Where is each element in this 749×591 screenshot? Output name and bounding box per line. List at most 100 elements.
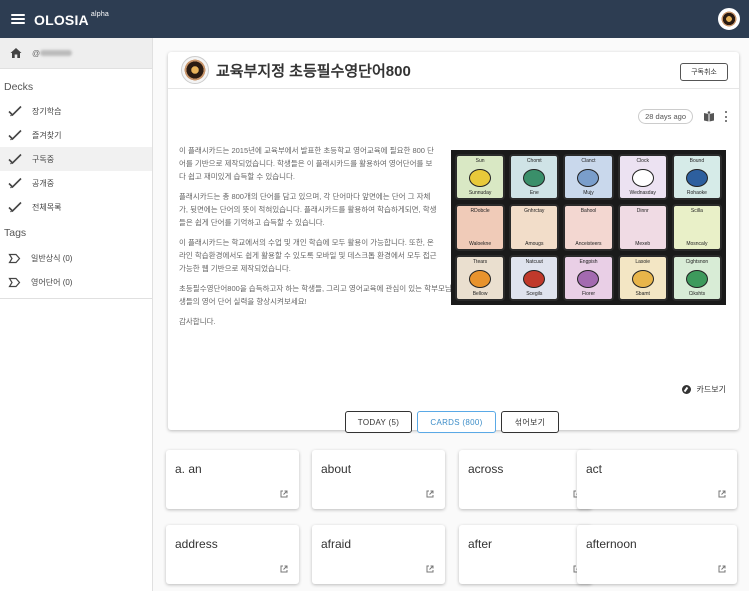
brand-logo[interactable]: OLOSIA alpha	[34, 11, 110, 28]
word-card[interactable]: after	[459, 525, 592, 584]
cover-tile: Engpish Fiorer	[563, 254, 614, 301]
label-icon	[8, 277, 21, 287]
cover-tile: Gnhrctay Amougs	[509, 204, 560, 251]
cover-tile: Natcuut Scegils	[509, 254, 560, 301]
user-avatar[interactable]	[718, 8, 740, 30]
cover-tile: Sun Sunnuday	[455, 154, 506, 201]
cover-tile: Clock Wednasday	[617, 154, 668, 201]
sidebar-deck-item[interactable]: 장기학습	[0, 99, 152, 123]
cover-tile-top: Scilla	[690, 208, 703, 215]
sidebar-deck-label: 구독중	[32, 154, 55, 164]
tag-list: 일반상식 (0) 영어단어 (0)	[0, 246, 152, 294]
cover-tile-top: RDobcle	[470, 208, 490, 215]
view-cards-link[interactable]: 카드보기	[681, 384, 726, 395]
cover-tile-bottom: Wednasday	[629, 190, 656, 197]
unsubscribe-button[interactable]: 구독취소	[680, 63, 728, 81]
deck-title: 교육부지정 초등필수영단어800	[216, 62, 411, 80]
sidebar-deck-item[interactable]: 전체목록	[0, 195, 152, 219]
word-card-term: act	[586, 462, 603, 476]
open-in-new-icon[interactable]	[280, 565, 288, 573]
sidebar-deck-item[interactable]: 공개중	[0, 171, 152, 195]
cover-tile-top: Clanct	[581, 158, 596, 164]
sidebar: @ Decks 장기학습 즐겨찾기 구독중 공개중 전체목록 Tags 일반상식 (0)…	[0, 38, 153, 591]
cover-tile-glyph	[631, 269, 654, 288]
check-icon	[8, 129, 22, 141]
cover-tile-glyph	[577, 169, 600, 188]
more-vert-icon[interactable]	[725, 111, 728, 122]
cover-tile-bottom: Rohaoke	[686, 190, 707, 197]
shuffle-button[interactable]: 섞어보기	[501, 411, 559, 433]
word-card-term: afternoon	[586, 537, 637, 551]
cards-button[interactable]: CARDS (800)	[417, 411, 496, 433]
cover-tile-glyph	[577, 269, 600, 288]
brand-superscript: alpha	[90, 11, 110, 19]
sidebar-tag-item[interactable]: 영어단어 (0)	[0, 270, 152, 294]
word-card[interactable]: a. an	[166, 450, 299, 509]
word-card[interactable]: about	[312, 450, 445, 509]
sidebar-tag-label: 영어단어	[31, 277, 61, 287]
sidebar-deck-label: 장기학습	[32, 106, 62, 116]
check-icon	[8, 153, 22, 165]
deck-action-buttons: TODAY (5) CARDS (800) 섞어보기	[345, 411, 559, 433]
sidebar-tag-label: 일반상식	[31, 253, 61, 263]
cover-tile: Cightsnon Cikshts	[671, 254, 722, 301]
cover-tile-bottom: Fiorer	[581, 290, 596, 297]
word-card[interactable]: afternoon	[577, 525, 737, 584]
cover-tile-top: Bound	[689, 158, 705, 164]
cover-tile: Chomt Ene	[509, 154, 560, 201]
check-icon	[8, 201, 22, 213]
brand-name: OLOSIA	[34, 12, 89, 28]
updated-ago-chip: 28 days ago	[638, 109, 693, 124]
sidebar-tag-item[interactable]: 일반상식 (0)	[0, 246, 152, 270]
open-in-new-icon[interactable]	[718, 490, 726, 498]
word-card-term: after	[468, 537, 493, 551]
cover-tile-top: Engpish	[579, 258, 598, 265]
sidebar-deck-item[interactable]: 즐겨찾기	[0, 123, 152, 147]
cover-tile-bottom: Ene	[529, 190, 539, 197]
word-card-term: a. an	[175, 462, 202, 476]
cover-tile-top: Ttears	[473, 258, 488, 265]
deck-detail-card: 교육부지정 초등필수영단어800 구독취소 28 days ago 이 플래시카…	[168, 52, 739, 430]
word-card-term: address	[175, 537, 218, 551]
today-button[interactable]: TODAY (5)	[345, 411, 412, 433]
cover-tile-bottom: Mosncaly	[686, 240, 708, 247]
word-card-term: afraid	[321, 537, 352, 551]
sidebar-deck-label: 전체목록	[32, 202, 62, 212]
compass-icon	[681, 385, 691, 394]
check-icon	[8, 105, 22, 117]
cover-tile: Dinnr Mexeb	[617, 204, 668, 251]
description-paragraph: 플래시카드는 총 800개의 단어를 담고 있으며, 각 단어마다 앞면에는 단…	[179, 192, 437, 227]
label-icon	[8, 253, 21, 263]
word-card[interactable]: across	[459, 450, 592, 509]
word-card[interactable]: afraid	[312, 525, 445, 584]
description-paragraph: 감사합니다.	[179, 317, 216, 326]
word-card[interactable]: act	[577, 450, 737, 509]
deck-description: 이 플래시카드는 2015년에 교육부에서 발표한 초등학교 영어교육에 필요한…	[179, 144, 655, 335]
deck-avatar	[181, 56, 209, 84]
check-icon	[8, 177, 22, 189]
username-prefix: @	[32, 48, 41, 58]
menu-icon[interactable]	[11, 14, 25, 24]
cover-tile-top: Clock	[636, 158, 649, 164]
sidebar-deck-item[interactable]: 구독중	[0, 147, 152, 171]
open-in-new-icon[interactable]	[718, 565, 726, 573]
open-in-new-icon[interactable]	[426, 490, 434, 498]
cover-tile-bottom: Cikshts	[688, 290, 706, 297]
cover-tile-glyph	[523, 169, 546, 188]
open-in-new-icon[interactable]	[280, 490, 288, 498]
cover-tile-bottom: Waloekne	[469, 240, 492, 247]
description-paragraph: 이 플래시카드는 학교에서의 수업 및 개인 학습에 모두 활용이 가능합니다.…	[179, 238, 437, 273]
cover-tile: Lasoie Sbamt	[617, 254, 668, 301]
word-card[interactable]: address	[166, 525, 299, 584]
open-in-new-icon[interactable]	[426, 565, 434, 573]
username-blurred	[40, 50, 73, 57]
cover-tile-bottom: Scegils	[526, 290, 543, 297]
cover-tile-top: Dinnr	[636, 208, 649, 215]
sidebar-user-row[interactable]: @	[0, 38, 152, 69]
study-book-icon[interactable]	[703, 111, 715, 122]
cover-tile-top: Sun	[475, 158, 485, 164]
cover-tile: RDobcle Waloekne	[455, 204, 506, 251]
cover-tile-top: Natcuut	[525, 258, 543, 265]
deck-header: 교육부지정 초등필수영단어800 구독취소	[168, 52, 739, 89]
cover-tile-glyph	[469, 169, 492, 188]
